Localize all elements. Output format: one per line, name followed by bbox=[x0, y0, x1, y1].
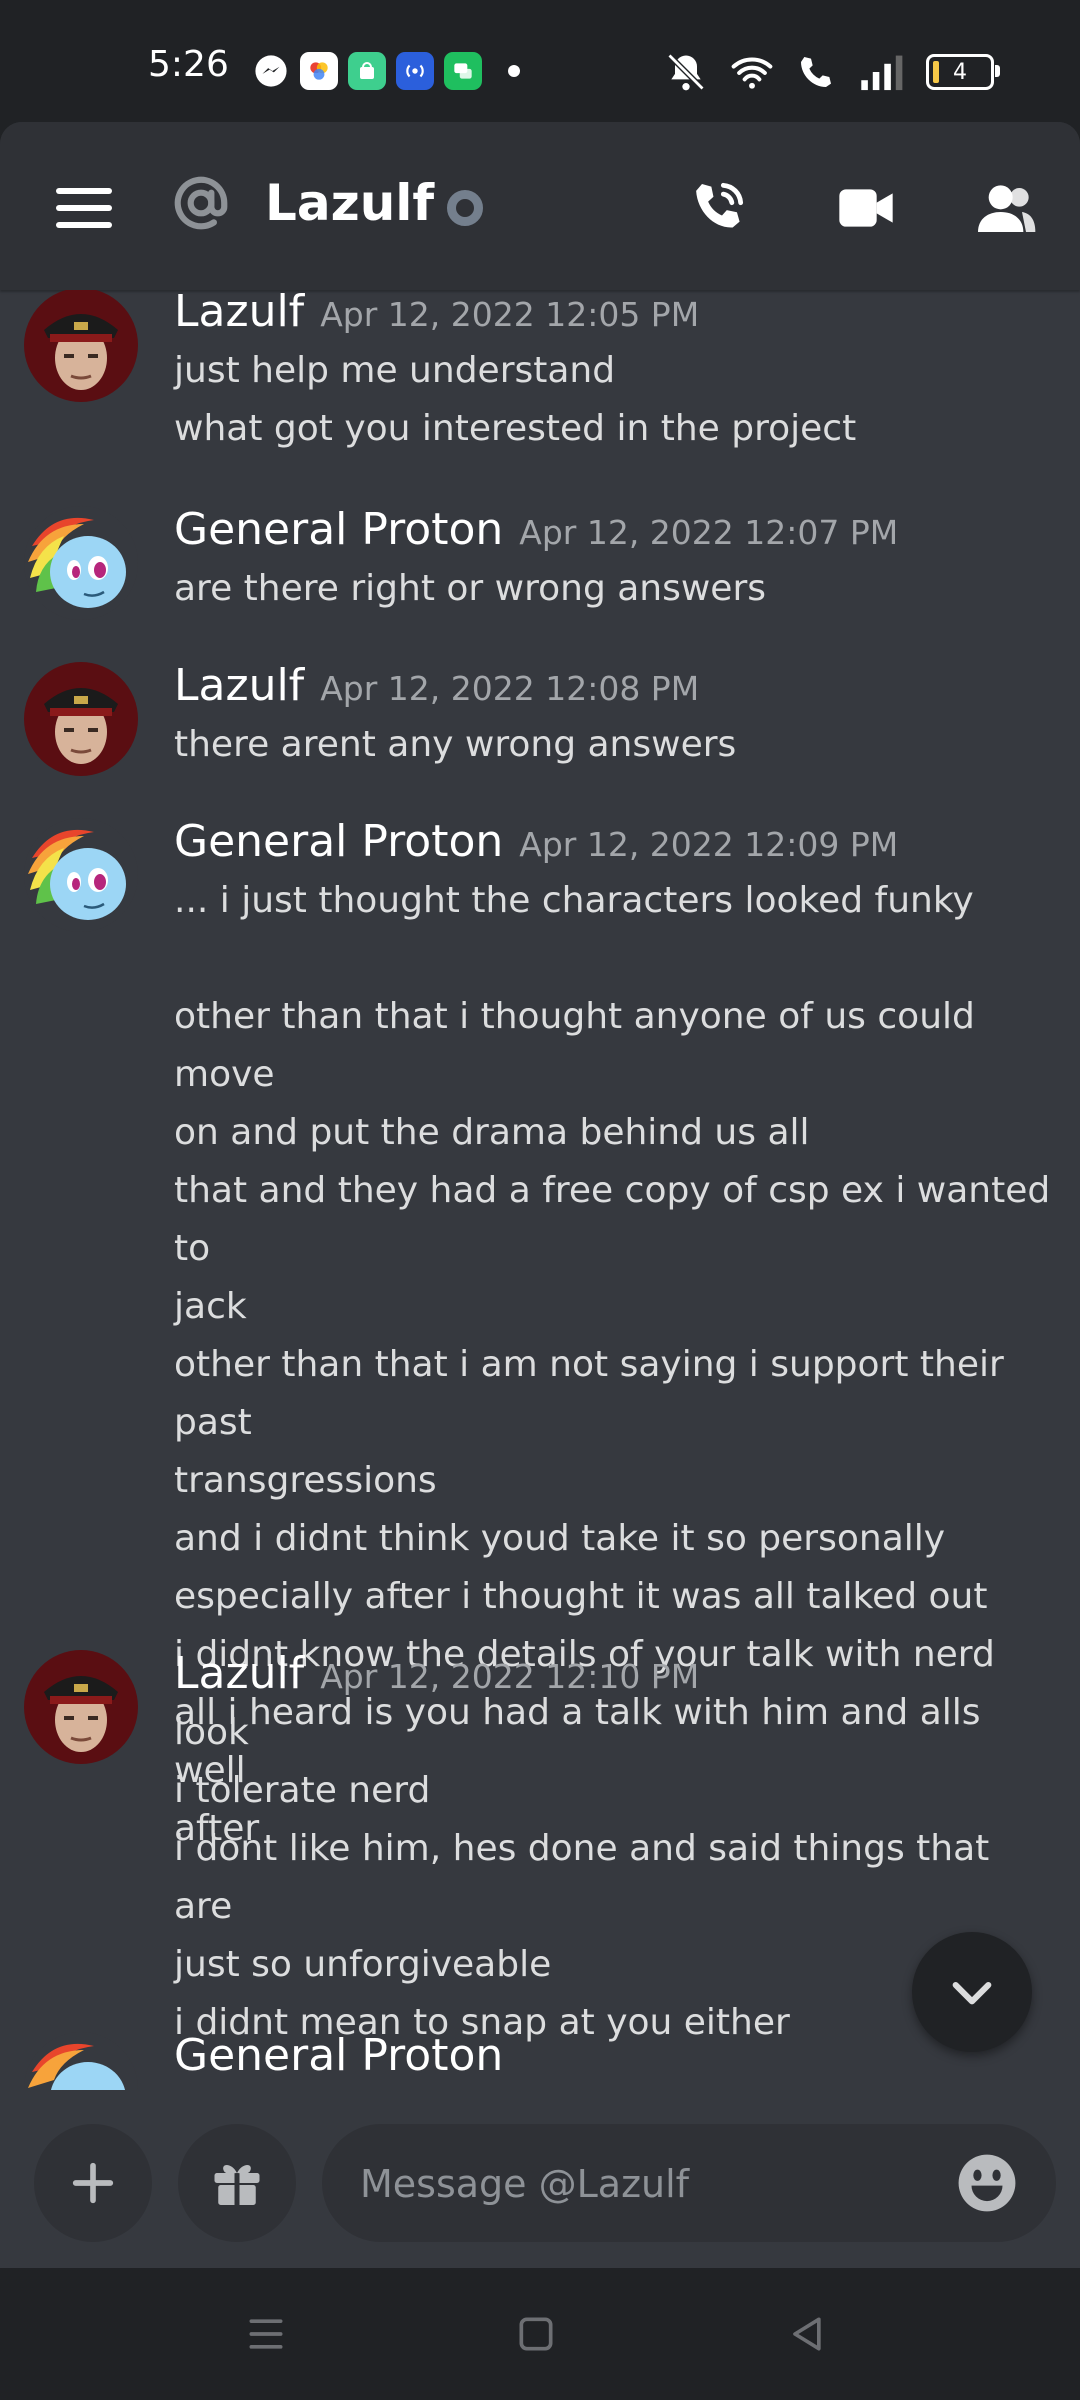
message-content: there arent any wrong answers bbox=[174, 716, 1054, 774]
recent-apps-icon[interactable] bbox=[244, 2312, 288, 2356]
message-author[interactable]: General Proton bbox=[174, 504, 503, 555]
message-input-container[interactable] bbox=[322, 2124, 1056, 2242]
message-header: Lazulf Apr 12, 2022 12:08 PM bbox=[174, 660, 699, 711]
message-line: and i didnt think youd take it so person… bbox=[174, 1518, 946, 1559]
at-icon bbox=[170, 172, 232, 244]
message-header: General Proton bbox=[174, 2030, 503, 2081]
message-header: Lazulf Apr 12, 2022 12:10 PM bbox=[174, 1648, 699, 1699]
battery-indicator: 4 bbox=[926, 54, 1000, 90]
voice-call-icon[interactable] bbox=[686, 176, 750, 240]
message-composer bbox=[0, 2098, 1080, 2268]
message-header: Lazulf Apr 12, 2022 12:05 PM bbox=[174, 290, 699, 337]
messenger-icon bbox=[252, 52, 290, 90]
broadcast-icon bbox=[396, 52, 434, 90]
home-icon[interactable] bbox=[514, 2312, 558, 2356]
message-line: i dont like him, hes done and said thing… bbox=[174, 1828, 990, 1927]
channel-header: Lazulf bbox=[0, 122, 1080, 290]
mute-icon bbox=[667, 53, 705, 91]
message-author[interactable]: Lazulf bbox=[174, 290, 304, 337]
message-line bbox=[174, 930, 1054, 988]
gift-icon bbox=[214, 2164, 260, 2206]
emoji-icon[interactable] bbox=[956, 2152, 1018, 2214]
menu-icon[interactable] bbox=[56, 188, 112, 228]
avatar[interactable] bbox=[24, 506, 138, 620]
message-line: jack bbox=[174, 1286, 247, 1327]
message-line: other than that i thought anyone of us c… bbox=[174, 996, 975, 1095]
more-notifications-dot bbox=[508, 65, 520, 77]
message-line: other than that i am not saying i suppor… bbox=[174, 1344, 1004, 1443]
wifi-icon bbox=[731, 57, 773, 89]
message-input[interactable] bbox=[358, 2156, 922, 2212]
system-navigation-bar bbox=[0, 2268, 1080, 2400]
message-line: ... i just thought the characters looked… bbox=[174, 880, 974, 921]
avatar[interactable] bbox=[24, 662, 138, 776]
message-timestamp: Apr 12, 2022 12:09 PM bbox=[519, 825, 899, 864]
message-author[interactable]: Lazulf bbox=[174, 1648, 304, 1699]
wifi-call-icon bbox=[801, 57, 831, 87]
message-list[interactable]: Lazulf Apr 12, 2022 12:05 PM just help me… bbox=[0, 290, 1080, 2090]
message-line: are there right or wrong answers bbox=[174, 568, 767, 609]
gift-button[interactable] bbox=[178, 2124, 296, 2242]
notification-icons bbox=[252, 50, 520, 92]
dm-screen: Lazulf Lazulf Apr 12, 2022 12:05 PM just… bbox=[0, 122, 1080, 2268]
message-line: look bbox=[174, 1712, 249, 1753]
avatar[interactable] bbox=[24, 290, 138, 402]
status-time: 5:26 bbox=[148, 44, 229, 85]
message-content: are there right or wrong answers bbox=[174, 560, 1054, 618]
message-header: General Proton Apr 12, 2022 12:07 PM bbox=[174, 504, 898, 555]
avatar[interactable] bbox=[24, 818, 138, 932]
back-icon[interactable] bbox=[784, 2312, 828, 2356]
message-timestamp: Apr 12, 2022 12:07 PM bbox=[519, 513, 899, 552]
message-line: there arent any wrong answers bbox=[174, 724, 737, 765]
avatar[interactable] bbox=[24, 2032, 138, 2090]
message-author[interactable]: General Proton bbox=[174, 2030, 503, 2081]
add-attachment-button[interactable] bbox=[34, 2124, 152, 2242]
video-call-icon[interactable] bbox=[834, 176, 898, 240]
shop-icon bbox=[348, 52, 386, 90]
photos-icon bbox=[300, 52, 338, 90]
message-line: especially after i thought it was all ta… bbox=[174, 1576, 988, 1617]
message-author[interactable]: General Proton bbox=[174, 816, 503, 867]
message-line: on and put the drama behind us all bbox=[174, 1112, 810, 1153]
message-line: i tolerate nerd bbox=[174, 1770, 431, 1811]
offline-status-indicator bbox=[447, 190, 483, 226]
chevron-down-icon bbox=[952, 1981, 992, 2005]
message-timestamp: Apr 12, 2022 12:10 PM bbox=[320, 1657, 700, 1696]
plus-icon bbox=[72, 2162, 114, 2204]
avatar[interactable] bbox=[24, 1650, 138, 1764]
message-author[interactable]: Lazulf bbox=[174, 660, 304, 711]
message-content: just help me understand what got you int… bbox=[174, 342, 1054, 458]
message-line: transgressions bbox=[174, 1460, 437, 1501]
jump-to-latest-button[interactable] bbox=[912, 1932, 1032, 2052]
message-timestamp: Apr 12, 2022 12:05 PM bbox=[320, 295, 700, 334]
signal-icon bbox=[861, 55, 903, 91]
message-line: that and they had a free copy of csp ex … bbox=[174, 1170, 1051, 1269]
message-header: General Proton Apr 12, 2022 12:09 PM bbox=[174, 816, 898, 867]
chat-icon bbox=[444, 52, 482, 90]
message-timestamp: Apr 12, 2022 12:08 PM bbox=[320, 669, 700, 708]
channel-name[interactable]: Lazulf bbox=[265, 174, 434, 232]
message-line: what got you interested in the project bbox=[174, 408, 857, 449]
message-line: just help me understand bbox=[174, 350, 616, 391]
members-icon[interactable] bbox=[974, 176, 1038, 240]
status-bar: 5:26 4 bbox=[0, 0, 1080, 122]
status-right: 4 bbox=[664, 50, 1000, 94]
